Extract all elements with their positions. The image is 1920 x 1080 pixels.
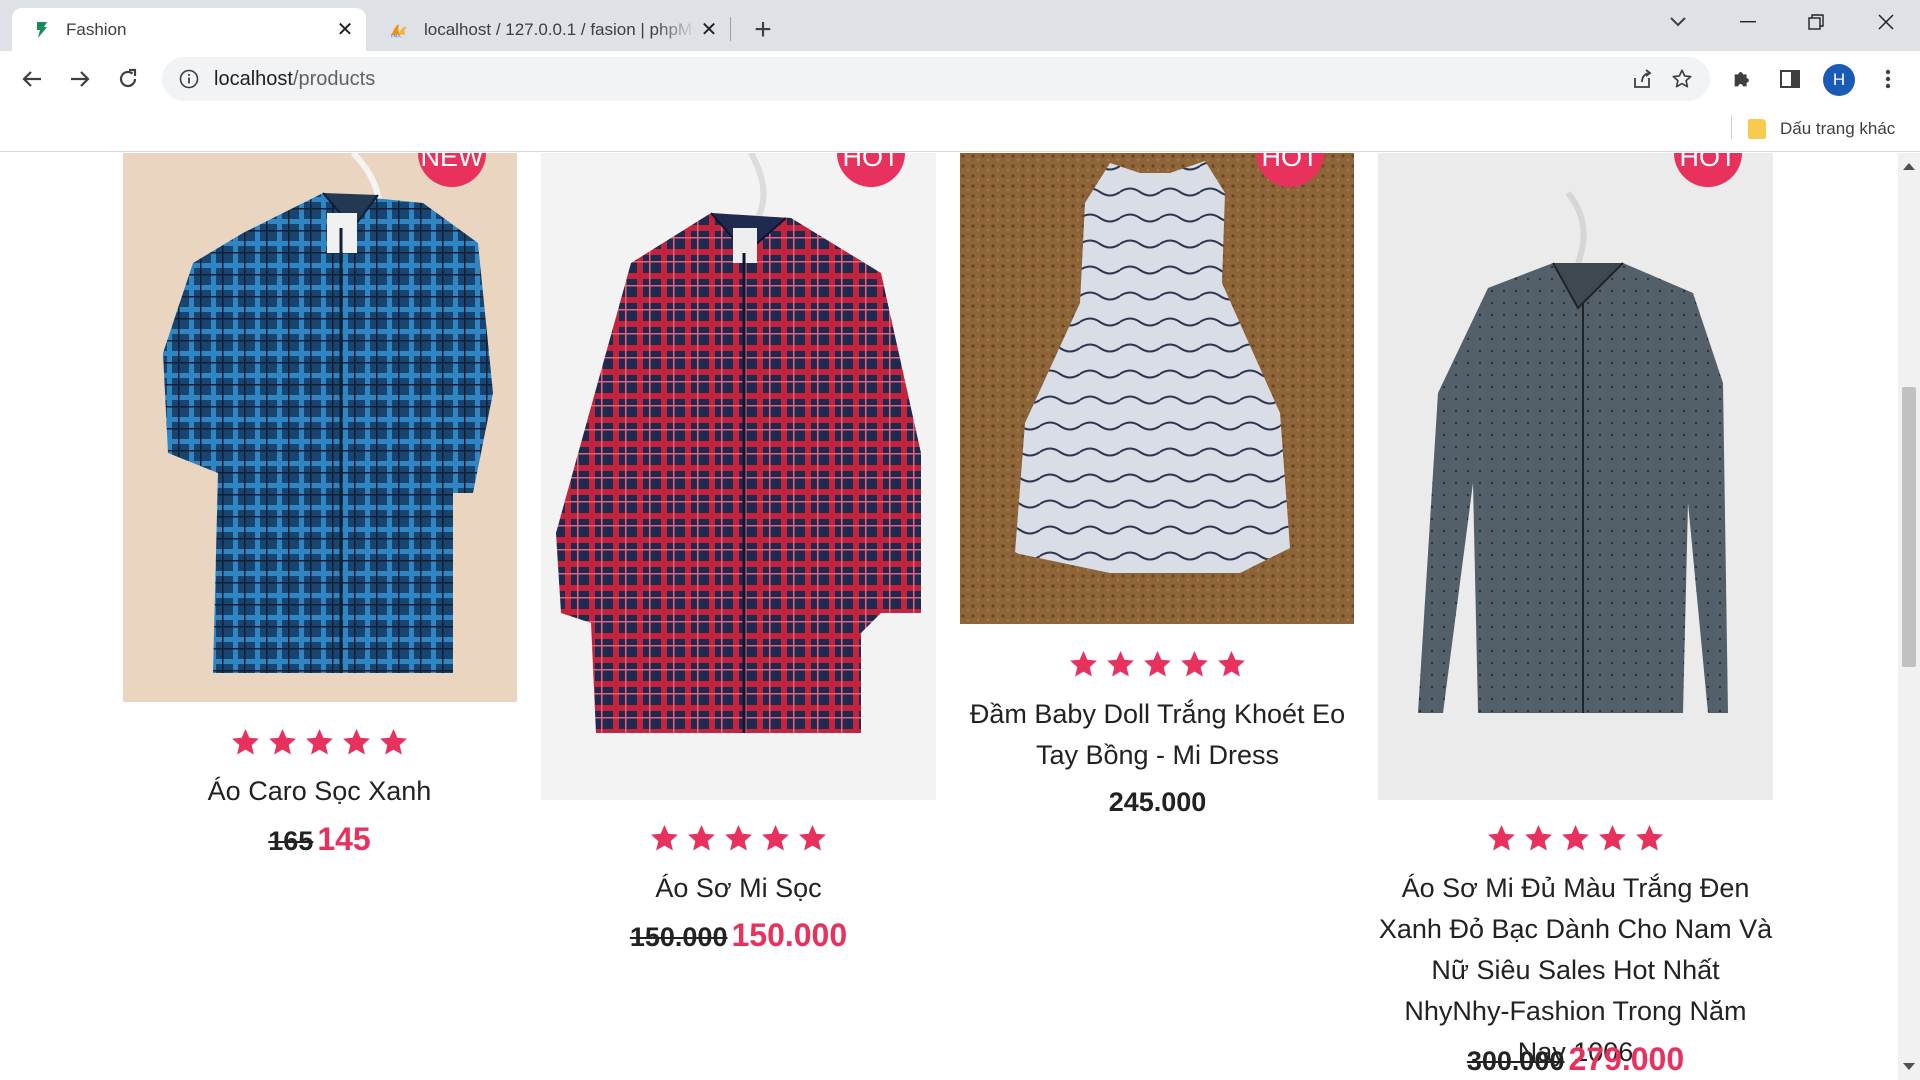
extensions-puzzle-icon[interactable]: [1724, 61, 1760, 97]
star-icon: [1107, 650, 1134, 677]
product-card[interactable]: HOT Áo Sơ Mi Đủ Màu Trắng Đen Xanh Đỏ Bạ…: [1378, 153, 1773, 1080]
address-bar[interactable]: localhost/products: [162, 57, 1710, 101]
star-icon: [1488, 824, 1515, 851]
price-value: 245.000: [1108, 787, 1207, 817]
product-card[interactable]: NEW Áo Caro Sọc Xanh 165 145: [122, 153, 517, 1080]
old-price: 300.000: [1466, 1046, 1565, 1076]
bookmarks-separator: [1731, 115, 1732, 139]
folder-icon: [1748, 119, 1766, 139]
product-name[interactable]: Đầm Baby Doll Trắng Khoét Eo Tay Bồng - …: [960, 694, 1355, 776]
star-icon: [306, 728, 333, 755]
product-name[interactable]: Áo Caro Sọc Xanh: [122, 771, 517, 812]
site-info-icon[interactable]: [178, 68, 200, 90]
restore-icon[interactable]: [1784, 0, 1848, 44]
star-icon: [1181, 650, 1208, 677]
tab-fashion[interactable]: Fashion ✕: [12, 8, 366, 51]
svg-text:PMA: PMA: [391, 33, 402, 39]
product-image[interactable]: [541, 153, 936, 800]
reload-icon[interactable]: [110, 61, 146, 97]
back-arrow-icon[interactable]: [14, 61, 50, 97]
tab-phpmyadmin[interactable]: PMA localhost / 127.0.0.1 / fasion | php…: [370, 8, 730, 51]
url-text[interactable]: localhost/products: [214, 68, 1622, 91]
star-icon: [1218, 650, 1245, 677]
old-price: 150.000: [629, 922, 728, 952]
new-tab-button[interactable]: +: [744, 11, 782, 49]
share-icon[interactable]: [1622, 59, 1662, 99]
forward-arrow-icon[interactable]: [62, 61, 98, 97]
product-image[interactable]: [960, 153, 1354, 624]
star-icon: [380, 728, 407, 755]
scroll-down-arrow-icon[interactable]: [1903, 1063, 1915, 1070]
close-window-icon[interactable]: [1854, 0, 1918, 44]
tab-title: localhost / 127.0.0.1 / fasion | phpMyAd…: [424, 19, 696, 39]
star-icon: [1636, 824, 1663, 851]
browser-toolbar: localhost/products H: [0, 51, 1920, 107]
product-card[interactable]: HOT Đầm Baby Doll Trắng Khoét Eo Tay Bồn…: [960, 153, 1355, 1080]
url-host: localhost: [214, 67, 293, 90]
sale-price: 150.000: [731, 917, 848, 953]
star-icon: [232, 728, 259, 755]
product-name[interactable]: Áo Sơ Mi Sọc: [541, 868, 936, 909]
star-icon: [1562, 824, 1589, 851]
sale-price: 279.000: [1568, 1041, 1685, 1077]
close-tab-icon[interactable]: ✕: [696, 17, 722, 43]
rating-stars: [541, 823, 936, 854]
product-image[interactable]: [1378, 153, 1773, 800]
side-panel-icon[interactable]: [1772, 61, 1808, 97]
fashion-favicon-icon: [32, 20, 52, 40]
product-price: 165 145: [122, 821, 517, 858]
star-icon: [651, 824, 678, 851]
star-icon: [799, 824, 826, 851]
profile-avatar[interactable]: H: [1823, 64, 1855, 96]
star-icon: [269, 728, 296, 755]
star-icon: [688, 824, 715, 851]
other-bookmarks-button[interactable]: Dấu trang khác: [1748, 113, 1895, 145]
page-scrollbar[interactable]: [1898, 153, 1920, 1080]
page-viewport: NEW Áo Caro Sọc Xanh 165 145 HOT Áo Sơ M…: [0, 153, 1920, 1080]
rating-stars: [122, 727, 517, 758]
phpmyadmin-favicon-icon: PMA: [390, 20, 410, 40]
star-icon: [1144, 650, 1171, 677]
old-price: 165: [268, 826, 314, 856]
star-icon: [343, 728, 370, 755]
rating-stars: [1378, 823, 1773, 854]
minimize-icon[interactable]: [1716, 0, 1780, 44]
rating-stars: [960, 649, 1355, 680]
bookmark-star-icon[interactable]: [1662, 59, 1702, 99]
tab-title: Fashion: [66, 19, 127, 39]
tab-separator: [730, 17, 731, 41]
close-tab-icon[interactable]: ✕: [332, 17, 358, 43]
star-icon: [762, 824, 789, 851]
star-icon: [1070, 650, 1097, 677]
url-path: /products: [292, 67, 376, 90]
more-menu-icon[interactable]: [1870, 61, 1906, 97]
product-price: 245.000: [960, 787, 1355, 818]
tab-search-icon[interactable]: [1646, 0, 1710, 44]
bookmarks-bar: Dấu trang khác: [0, 107, 1920, 152]
other-bookmarks-label: Dấu trang khác: [1780, 119, 1896, 138]
star-icon: [1599, 824, 1626, 851]
star-icon: [1525, 824, 1552, 851]
product-card[interactable]: HOT Áo Sơ Mi Sọc 150.000 150.000: [541, 153, 936, 1080]
scrollbar-thumb[interactable]: [1902, 387, 1916, 667]
product-price: 300.000 279.000: [1378, 1041, 1773, 1078]
product-image[interactable]: [123, 153, 517, 702]
scroll-up-arrow-icon[interactable]: [1903, 163, 1915, 170]
product-price: 150.000 150.000: [541, 917, 936, 954]
tab-strip: Fashion ✕ PMA localhost / 127.0.0.1 / fa…: [0, 0, 1920, 51]
star-icon: [725, 824, 752, 851]
sale-price: 145: [317, 821, 371, 857]
